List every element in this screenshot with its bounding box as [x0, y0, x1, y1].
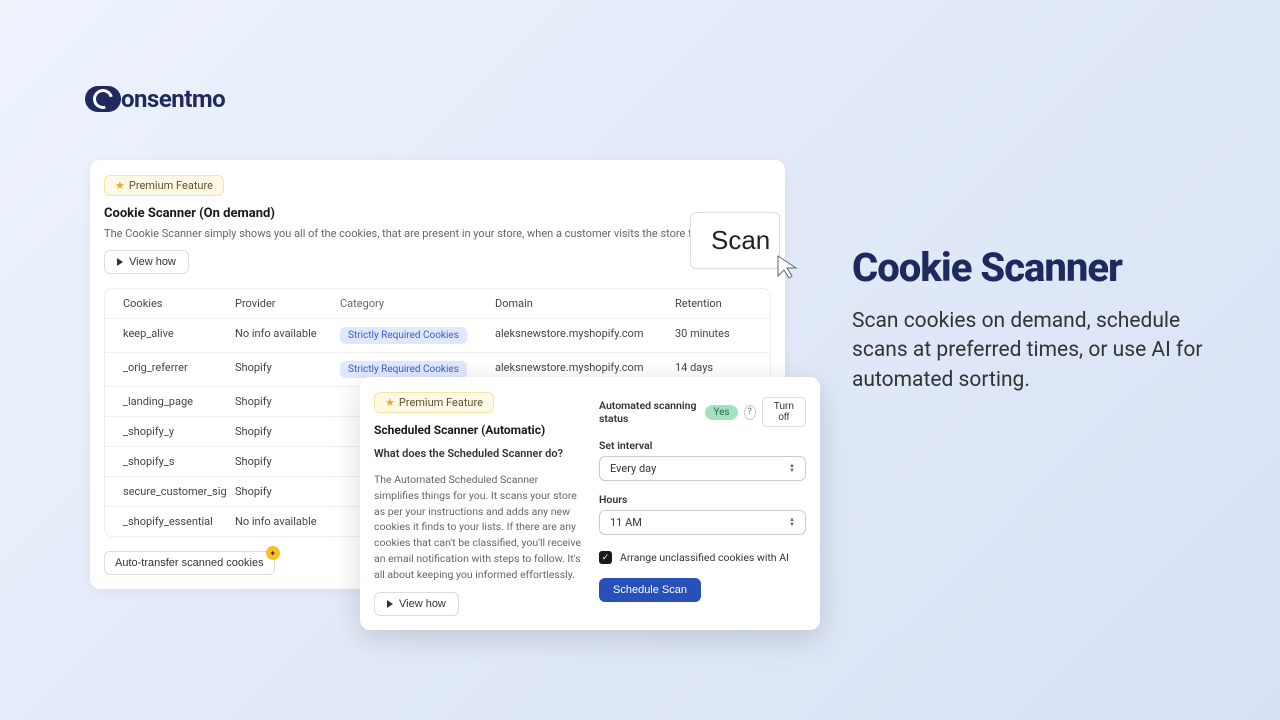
chevron-updown-icon: ▲▼ [789, 464, 795, 472]
checkbox-checked-icon[interactable]: ✓ [599, 551, 612, 564]
view-how-label: View how [129, 256, 176, 268]
star-icon: ★ [115, 179, 125, 192]
marketing-section: Cookie Scanner Scan cookies on demand, s… [852, 244, 1232, 395]
sparkle-icon: ✦ [266, 546, 280, 560]
view-how-label: View how [399, 598, 446, 610]
chevron-updown-icon: ▲▼ [789, 518, 795, 526]
marketing-title: Cookie Scanner [852, 244, 1232, 291]
interval-select[interactable]: Every day ▲▼ [599, 456, 806, 481]
scheduled-description: The Automated Scheduled Scanner simplifi… [374, 472, 581, 582]
status-row: Automated scanning status Yes ? Turn off [599, 397, 806, 427]
ai-checkbox-row[interactable]: ✓ Arrange unclassified cookies with AI [599, 551, 806, 564]
status-badge: Yes [705, 405, 737, 420]
cursor-icon [776, 254, 802, 280]
header-retention: Retention [675, 297, 755, 310]
scan-button[interactable]: Scan [690, 212, 780, 269]
scheduled-subtitle: What does the Scheduled Scanner do? [374, 447, 581, 460]
play-icon [117, 258, 123, 266]
table-row[interactable]: keep_alive No info available Strictly Re… [105, 319, 770, 353]
star-icon: ★ [385, 396, 395, 409]
premium-badge: ★ Premium Feature [104, 175, 224, 196]
category-pill: Strictly Required Cookies [340, 361, 467, 378]
schedule-scan-button[interactable]: Schedule Scan [599, 578, 701, 602]
header-domain: Domain [495, 297, 675, 310]
premium-label: Premium Feature [399, 396, 483, 409]
hours-select[interactable]: 11 AM ▲▼ [599, 510, 806, 535]
status-label: Automated scanning status [599, 399, 699, 425]
category-pill: Strictly Required Cookies [340, 327, 467, 344]
scheduled-title: Scheduled Scanner (Automatic) [374, 423, 581, 437]
logo-text: onsentmo [121, 85, 225, 113]
hours-label: Hours [599, 493, 806, 506]
table-header-row: Cookies Provider Category Domain Retenti… [105, 289, 770, 319]
premium-badge: ★ Premium Feature [374, 392, 494, 413]
scheduled-scanner-panel: ★ Premium Feature Scheduled Scanner (Aut… [360, 377, 820, 630]
interval-value: Every day [610, 462, 656, 475]
interval-label: Set interval [599, 439, 806, 452]
view-how-button[interactable]: View how [104, 250, 189, 274]
header-cookies: Cookies [105, 297, 235, 310]
header-provider: Provider [235, 297, 340, 310]
help-icon[interactable]: ? [744, 405, 756, 420]
auto-transfer-label: Auto-transfer scanned cookies [115, 557, 264, 569]
premium-label: Premium Feature [129, 179, 213, 192]
marketing-description: Scan cookies on demand, schedule scans a… [852, 307, 1232, 395]
auto-transfer-button[interactable]: Auto-transfer scanned cookies ✦ [104, 551, 275, 575]
ai-checkbox-label: Arrange unclassified cookies with AI [620, 551, 789, 564]
logo-icon [85, 86, 121, 112]
brand-logo: onsentmo [85, 85, 225, 113]
card-title: Cookie Scanner (On demand) [104, 206, 771, 221]
card-description: The Cookie Scanner simply shows you all … [104, 227, 771, 240]
header-category: Category [340, 297, 495, 310]
turn-off-button[interactable]: Turn off [762, 397, 806, 427]
view-how-button[interactable]: View how [374, 592, 459, 616]
hours-value: 11 AM [610, 516, 642, 529]
play-icon [387, 600, 393, 608]
